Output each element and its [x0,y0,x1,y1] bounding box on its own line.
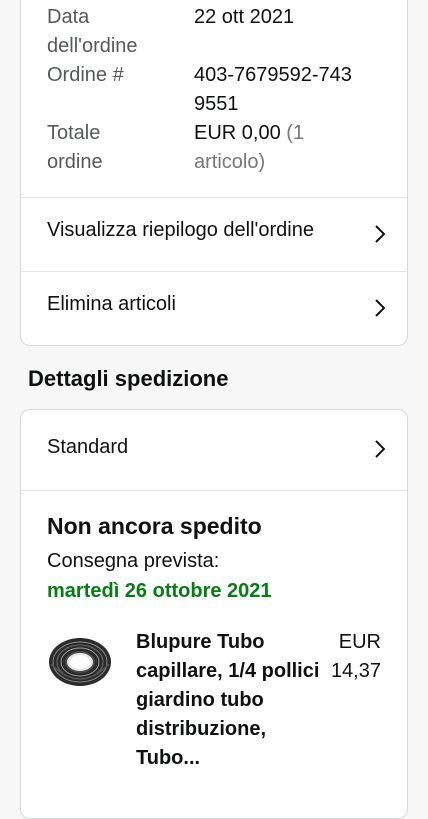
delete-items-label: Elimina articoli [47,293,176,315]
price-currency: EUR [338,631,381,653]
product-title[interactable]: Blupure Tubo capillare, 1/4 pollici giar… [136,628,326,773]
order-total-label: Totale ordine [47,122,103,173]
delete-items-row[interactable]: Elimina articoli [21,271,407,345]
chevron-right-icon [375,225,385,243]
product-image[interactable] [47,634,113,690]
expected-delivery-label: Consegna prevista: [47,550,220,572]
order-date-label: Data dell'ordine [47,6,138,57]
price-value: 14,37 [330,660,381,682]
shipment-status: Non ancora spedito [47,513,262,539]
shipping-method-label: Standard [47,436,129,458]
order-total-value: EUR 0,00 [194,122,281,144]
shipping-details-heading: Dettagli spedizione [28,366,229,391]
divider [21,490,407,491]
expected-delivery-date: martedì 26 ottobre 2021 [47,580,272,602]
chevron-right-icon [375,440,385,458]
shipping-method-row[interactable]: Standard [21,410,407,490]
chevron-right-icon [375,299,385,317]
view-order-summary-row[interactable]: Visualizza riepilogo dell'ordine [21,197,407,271]
view-order-summary-label: Visualizza riepilogo dell'ordine [47,219,314,241]
order-number-value: 403-7679592-7439551 [194,64,352,115]
order-date-value: 22 ott 2021 [194,6,295,28]
order-total-value-group: EUR 0,00 (1 articolo) [194,119,324,177]
order-number-label: Ordine # [47,64,124,86]
order-summary-card: Data dell'ordine 22 ott 2021 Ordine # 40… [20,0,408,346]
shipping-details-card: Standard Non ancora spedito Consegna pre… [20,409,408,819]
product-price: EUR 14,37 [301,628,381,686]
